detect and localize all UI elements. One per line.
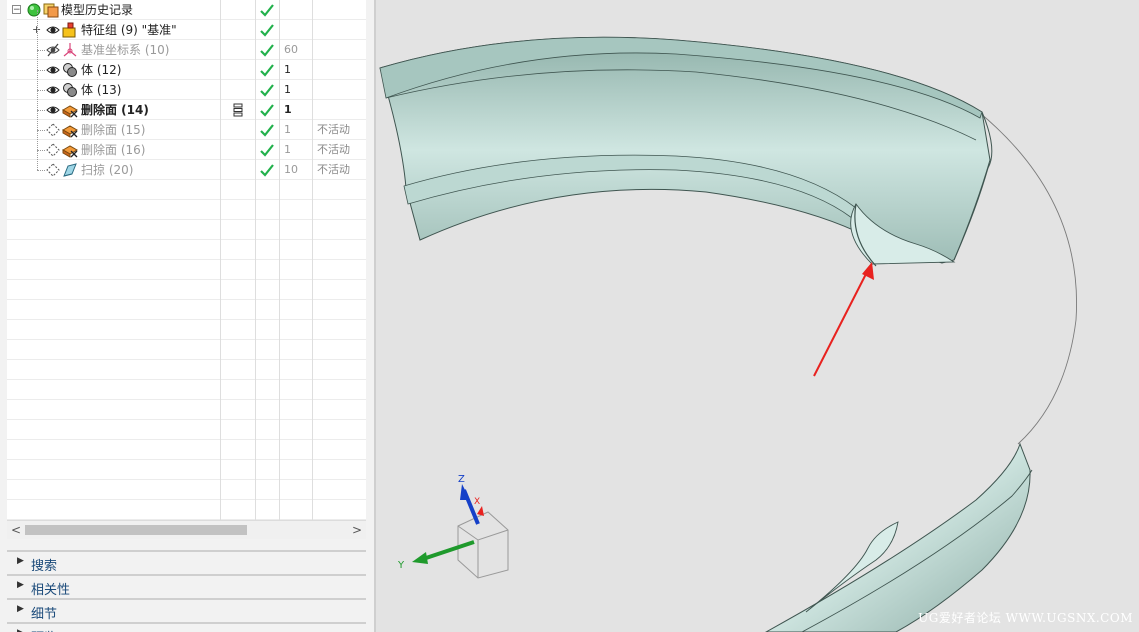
tree-connector [37, 110, 45, 111]
body-icon [63, 63, 77, 77]
tree-row-label: 删除面 (16) [81, 143, 146, 157]
tree-row-label: 删除面 (14) [81, 103, 149, 117]
panel-search[interactable]: ▶ 搜索 [7, 550, 366, 574]
suppressed-dashed-icon [46, 143, 60, 157]
parameters-icon [233, 103, 243, 117]
column-separator [312, 0, 313, 520]
tree-row-updated: 1 [284, 63, 291, 76]
tree-row-remarks: 不活动 [317, 143, 350, 156]
feature-tree: − 模型历史记录 + 特征组 (9) "基准" 基准坐标系 (10) 60 体 … [7, 0, 366, 520]
panel-title: 相关性 [31, 583, 71, 598]
scroll-right-button[interactable]: > [350, 522, 364, 538]
sweep-icon [63, 163, 77, 177]
check-icon [260, 104, 274, 117]
x-axis-label: X [474, 497, 480, 507]
y-axis [419, 540, 475, 562]
tree-connector [37, 130, 45, 131]
scrollbar-thumb[interactable] [25, 525, 247, 535]
annotation-arrow-model [813, 262, 874, 377]
tree-connector [37, 150, 45, 151]
feature-group-icon [62, 22, 76, 38]
green-status-icon [27, 3, 41, 17]
tree-row-label: 扫掠 (20) [81, 163, 134, 177]
tree-row-label: 模型历史记录 [61, 3, 134, 17]
column-separator [220, 0, 221, 520]
check-icon [260, 144, 274, 157]
tree-row-remarks: 不活动 [317, 163, 350, 176]
y-axis-label: Y [397, 560, 405, 571]
guide-curve [979, 112, 1078, 445]
tree-row-remarks: 不活动 [317, 123, 350, 136]
check-icon [260, 64, 274, 77]
eye-hidden-icon[interactable] [46, 43, 60, 57]
tree-row-label: 删除面 (15) [81, 123, 146, 137]
panel-title: 细节 [31, 607, 58, 622]
eye-icon[interactable] [46, 103, 60, 117]
column-separator [255, 0, 256, 520]
view-triad: Z X Y [397, 474, 509, 579]
panel-title: 预览 [31, 627, 57, 632]
tree-connector [37, 70, 45, 71]
expand-triangle-icon: ▶ [17, 580, 24, 590]
tree-row-updated: 1 [284, 143, 291, 156]
expand-triangle-icon: ▶ [17, 604, 24, 614]
tree-row-label: 体 (12) [81, 63, 122, 77]
eye-icon[interactable] [46, 83, 60, 97]
tree-connector [37, 90, 45, 91]
z-axis-label: Z [458, 474, 465, 485]
tree-row-updated: 60 [284, 43, 298, 56]
tree-row-updated: 1 [284, 83, 291, 96]
history-icon [43, 3, 59, 18]
graphics-window[interactable]: Z X Y UG爱好者论坛 WWW.UGSNX.COM [376, 0, 1139, 632]
suppressed-dashed-icon [46, 123, 60, 137]
tree-row-label: 基准坐标系 (10) [81, 43, 170, 57]
expand-triangle-icon: ▶ [17, 628, 24, 632]
check-icon [260, 24, 274, 37]
panel-details[interactable]: ▶ 细节 [7, 598, 366, 622]
lower-shell[interactable] [764, 442, 1031, 632]
body-icon [63, 83, 77, 97]
datum-csys-icon [63, 43, 77, 57]
panel-preview[interactable]: ▶ 预览 [7, 622, 366, 632]
x-axis [477, 506, 484, 516]
horizontal-scrollbar[interactable]: < > [7, 520, 366, 539]
tree-row-updated: 10 [284, 163, 298, 176]
tree-row-updated: 1 [284, 123, 291, 136]
tree-row-label: 体 (13) [81, 83, 122, 97]
delete-face-icon [62, 125, 78, 138]
scroll-left-button[interactable]: < [9, 522, 23, 538]
check-icon [260, 164, 274, 177]
model-canvas[interactable]: Z X Y [376, 0, 1139, 632]
panel-dependencies[interactable]: ▶ 相关性 [7, 574, 366, 598]
expand-triangle-icon: ▶ [17, 556, 24, 566]
tree-connector [37, 170, 45, 171]
check-icon [260, 44, 274, 57]
part-navigator: − 模型历史记录 + 特征组 (9) "基准" 基准坐标系 (10) 60 体 … [0, 0, 374, 632]
delete-face-icon [62, 105, 78, 118]
watermark: UG爱好者论坛 WWW.UGSNX.COM [918, 611, 1133, 625]
tree-row-updated: 1 [284, 103, 292, 116]
check-icon [260, 4, 274, 17]
eye-icon[interactable] [46, 23, 60, 37]
tree-connector [37, 50, 45, 51]
check-icon [260, 124, 274, 137]
check-icon [260, 84, 274, 97]
tree-row-label: 特征组 (9) "基准" [81, 23, 177, 37]
eye-icon[interactable] [46, 63, 60, 77]
column-separator [279, 0, 280, 520]
collapse-icon[interactable]: − [12, 5, 21, 15]
suppressed-dashed-icon [46, 163, 60, 177]
delete-face-icon [62, 145, 78, 158]
panel-title: 搜索 [31, 559, 58, 574]
